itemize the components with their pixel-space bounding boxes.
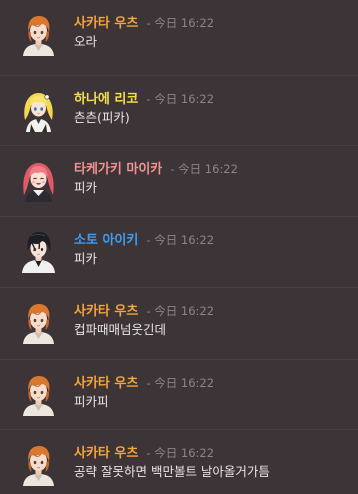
message-header: 하나에 리코 - 今日 16:22 xyxy=(74,90,350,107)
author-name[interactable]: 사카타 우츠 xyxy=(74,16,138,31)
orange-haired-boy-avatar-icon xyxy=(17,13,60,56)
timestamp: - 今日 16:22 xyxy=(146,376,215,390)
message-body: 사카타 우츠 - 今日 16:22 오라 xyxy=(74,14,350,50)
author-name[interactable]: 타케가키 마이카 xyxy=(74,162,162,177)
timestamp: - 今日 16:22 xyxy=(146,446,215,460)
orange-haired-boy-avatar-icon xyxy=(17,301,60,344)
author-avatar[interactable] xyxy=(17,159,60,202)
author-avatar[interactable] xyxy=(17,301,60,344)
author-avatar[interactable] xyxy=(17,230,60,273)
message-text: 피카 xyxy=(74,180,98,195)
message-header: 사카타 우츠 - 今日 16:22 xyxy=(74,302,350,319)
message-body: 사카타 우츠 - 今日 16:22 피카피 xyxy=(74,374,350,410)
message: 소토 아이키 - 今日 16:22 피카 xyxy=(0,216,358,287)
author-avatar[interactable] xyxy=(17,443,60,486)
message: 사카타 우츠 - 今日 16:22 컵파때매넘웃긴데 xyxy=(0,287,358,359)
message-text: 츤츤(피카) xyxy=(74,110,130,125)
message: 사카타 우츠 - 今日 16:22 피카피 xyxy=(0,359,358,429)
author-avatar[interactable] xyxy=(17,89,60,132)
message-header: 소토 아이키 - 今日 16:22 xyxy=(74,231,350,248)
message-body: 타케가키 마이카 - 今日 16:22 피카 xyxy=(74,160,350,196)
message: 타케가키 마이카 - 今日 16:22 피카 xyxy=(0,145,358,216)
message-body: 사카타 우츠 - 今日 16:22 컵파때매넘웃긴데 xyxy=(74,302,350,338)
message-header: 사카타 우츠 - 今日 16:22 xyxy=(74,374,350,391)
timestamp: - 今日 16:22 xyxy=(146,304,215,318)
message-text: 피카피 xyxy=(74,394,109,409)
message-body: 소토 아이키 - 今日 16:22 피카 xyxy=(74,231,350,267)
message: 하나에 리코 - 今日 16:22 츤츤(피카) xyxy=(0,75,358,145)
black-haired-boy-avatar-icon xyxy=(17,230,60,273)
pink-haired-girl-avatar-icon xyxy=(17,159,60,202)
message-header: 사카타 우츠 - 今日 16:22 xyxy=(74,14,350,31)
message-header: 타케가키 마이카 - 今日 16:22 xyxy=(74,160,350,177)
message-text: 컵파때매넘웃긴데 xyxy=(74,322,167,337)
orange-haired-boy-avatar-icon xyxy=(17,373,60,416)
author-name[interactable]: 소토 아이키 xyxy=(74,233,138,248)
author-name[interactable]: 하나에 리코 xyxy=(74,92,138,107)
timestamp: - 今日 16:22 xyxy=(146,16,215,30)
message-text: 오라 xyxy=(74,34,98,49)
message-header: 사카타 우츠 - 今日 16:22 xyxy=(74,444,350,461)
message-text: 피카 xyxy=(74,251,98,266)
timestamp: - 今日 16:22 xyxy=(146,233,215,247)
message-text: 공략 잘못하면 백만볼트 날아올거가틈 xyxy=(74,464,270,479)
message: 사카타 우츠 - 今日 16:22 공략 잘못하면 백만볼트 날아올거가틈 xyxy=(0,429,358,494)
author-name[interactable]: 사카타 우츠 xyxy=(74,304,138,319)
timestamp: - 今日 16:22 xyxy=(146,92,215,106)
message: 사카타 우츠 - 今日 16:22 오라 xyxy=(0,0,358,75)
author-name[interactable]: 사카타 우츠 xyxy=(74,446,138,461)
message-body: 사카타 우츠 - 今日 16:22 공략 잘못하면 백만볼트 날아올거가틈 xyxy=(74,444,350,480)
chat-log: 사카타 우츠 - 今日 16:22 오라 하나에 리코 - 今日 16:22 츤… xyxy=(0,0,358,494)
author-avatar[interactable] xyxy=(17,373,60,416)
author-name[interactable]: 사카타 우츠 xyxy=(74,376,138,391)
author-avatar[interactable] xyxy=(17,13,60,56)
timestamp: - 今日 16:22 xyxy=(170,162,238,176)
blonde-girl-avatar-icon xyxy=(17,89,60,132)
message-body: 하나에 리코 - 今日 16:22 츤츤(피카) xyxy=(74,90,350,126)
orange-haired-boy-avatar-icon xyxy=(17,443,60,486)
